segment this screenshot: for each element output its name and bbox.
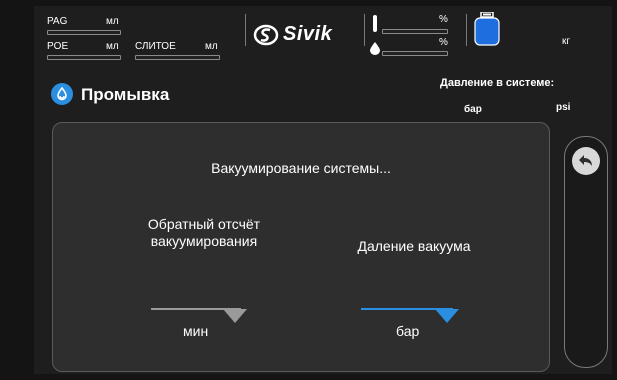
- droplet-icon: [370, 42, 380, 55]
- tank-unit: кг: [562, 36, 571, 47]
- humidity-unit: %: [439, 37, 448, 48]
- system-pressure-label: Давление в системе:: [440, 77, 555, 89]
- poe-unit: мл: [106, 41, 119, 52]
- back-arrow-icon: [579, 155, 592, 166]
- status-text: Вакуумирование системы...: [211, 160, 391, 176]
- header-divider: [245, 14, 246, 46]
- pag-label: PAG: [47, 16, 68, 27]
- vacuum-dropdown-icon[interactable]: [435, 309, 459, 323]
- countdown-title: Обратный отсчёт вакуумирования: [147, 216, 261, 249]
- temp-unit: %: [439, 14, 448, 25]
- vacuum-title: Даление вакуума: [357, 238, 471, 254]
- side-scroll-bar[interactable]: [564, 136, 608, 368]
- drain-unit: мл: [205, 41, 218, 52]
- poe-bar: [47, 55, 121, 60]
- header-divider: [466, 14, 467, 46]
- vacuum-unit: бар: [396, 323, 420, 339]
- back-button[interactable]: [572, 147, 600, 175]
- drain-label: СЛИТОЕ: [135, 41, 176, 52]
- thermometer-icon: [373, 15, 377, 32]
- pag-unit: мл: [106, 16, 119, 27]
- countdown-unit: мин: [183, 323, 209, 339]
- brand-swirl-icon: [253, 24, 279, 45]
- poe-label: POE: [47, 41, 69, 52]
- screen: PAG мл POE мл СЛИТОЕ мл Sivik % % кг Про…: [34, 6, 612, 374]
- pag-bar: [47, 30, 121, 35]
- header-divider: [364, 14, 365, 46]
- refrigerant-tank-icon: [474, 12, 500, 46]
- temp-bar: [382, 29, 448, 34]
- flush-icon: [51, 83, 73, 105]
- brand-logo: Sivik: [253, 23, 332, 46]
- pressure-unit-bar: бар: [464, 104, 482, 115]
- countdown-dropdown-icon[interactable]: [223, 309, 247, 323]
- brand-name: Sivik: [283, 23, 333, 45]
- humidity-bar: [382, 51, 448, 56]
- process-panel: Вакуумирование системы... Обратный отсчё…: [52, 122, 550, 372]
- page-title: Промывка: [81, 85, 170, 104]
- pressure-unit-psi: psi: [556, 102, 571, 113]
- drain-bar: [135, 55, 220, 60]
